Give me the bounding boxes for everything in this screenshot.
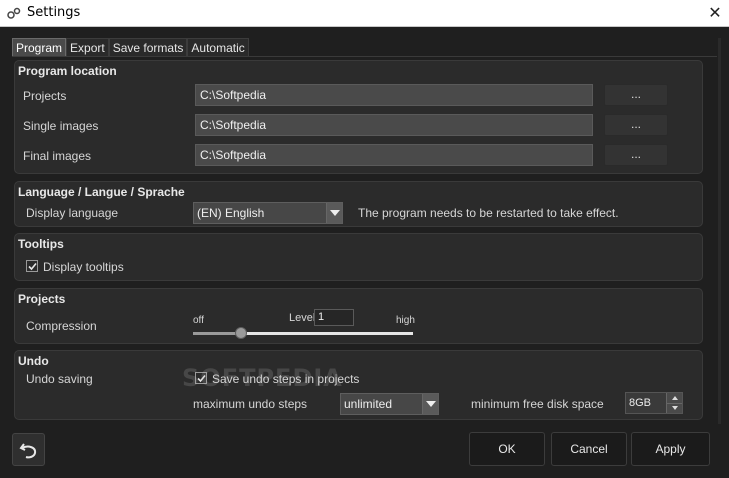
tooltips-section: Tooltips Display tooltips bbox=[14, 233, 703, 281]
min-disk-space-spinbox[interactable]: 8GB bbox=[625, 392, 683, 414]
final-images-path-field[interactable]: C:\Softpedia bbox=[195, 144, 593, 166]
close-icon: ✕ bbox=[708, 5, 722, 22]
max-undo-steps-dropdown[interactable]: unlimited bbox=[340, 393, 439, 415]
min-disk-space-label: minimum free disk space bbox=[471, 397, 604, 411]
save-undo-steps-label: Save undo steps in projects bbox=[212, 372, 360, 386]
projects-section: Projects Compression off Level 1 high bbox=[14, 288, 703, 344]
undo-saving-label: Undo saving bbox=[26, 372, 93, 386]
apply-button[interactable]: Apply bbox=[631, 432, 710, 466]
single-images-path-field[interactable]: C:\Softpedia bbox=[195, 114, 593, 136]
save-undo-steps-checkbox[interactable] bbox=[195, 372, 207, 384]
single-images-browse-button[interactable]: ... bbox=[604, 114, 668, 136]
final-images-browse-button[interactable]: ... bbox=[604, 144, 668, 166]
chevron-down-icon bbox=[326, 203, 342, 223]
cancel-button[interactable]: Cancel bbox=[551, 432, 627, 466]
compression-level-label: Level bbox=[289, 312, 316, 324]
language-title: Language / Langue / Sprache bbox=[18, 185, 185, 199]
undo-arrow-icon bbox=[18, 442, 36, 458]
checkmark-icon bbox=[197, 374, 206, 383]
projects-path-field[interactable]: C:\Softpedia bbox=[195, 84, 593, 106]
compression-slider-fill bbox=[241, 332, 413, 335]
language-section: Language / Langue / Sprache Display lang… bbox=[14, 181, 703, 227]
projects-browse-button[interactable]: ... bbox=[604, 84, 668, 106]
restart-note: The program needs to be restarted to tak… bbox=[358, 206, 619, 220]
tooltips-title: Tooltips bbox=[18, 237, 64, 251]
panel-edge bbox=[718, 38, 721, 424]
undo-title: Undo bbox=[18, 354, 49, 368]
title-bar: Settings ✕ bbox=[0, 0, 729, 27]
settings-app-icon bbox=[7, 7, 21, 19]
single-images-path-label: Single images bbox=[23, 119, 99, 133]
max-undo-steps-label: maximum undo steps bbox=[193, 397, 308, 411]
ok-button[interactable]: OK bbox=[469, 432, 545, 466]
close-button[interactable]: ✕ bbox=[701, 0, 729, 26]
undo-button[interactable] bbox=[12, 433, 45, 466]
projects-title: Projects bbox=[18, 292, 66, 306]
compression-min-label: off bbox=[193, 315, 204, 326]
compression-slider[interactable] bbox=[193, 327, 413, 339]
checkmark-icon bbox=[28, 262, 37, 271]
tab-save-formats[interactable]: Save formats bbox=[108, 38, 188, 56]
display-language-value: (EN) English bbox=[197, 206, 265, 220]
display-language-dropdown[interactable]: (EN) English bbox=[193, 202, 343, 224]
display-tooltips-label: Display tooltips bbox=[43, 260, 124, 274]
tab-program[interactable]: Program bbox=[12, 38, 67, 56]
compression-level-input[interactable]: 1 bbox=[314, 309, 354, 326]
compression-slider-handle[interactable] bbox=[235, 327, 247, 339]
chevron-down-icon bbox=[422, 394, 438, 414]
compression-label: Compression bbox=[26, 319, 97, 333]
min-disk-space-value: 8GB bbox=[629, 397, 652, 409]
tab-automatic[interactable]: Automatic bbox=[187, 38, 249, 56]
window-title: Settings bbox=[27, 5, 81, 20]
final-images-path-label: Final images bbox=[23, 149, 92, 163]
spin-up-button[interactable] bbox=[666, 393, 682, 404]
tab-bar: Program Export Save formats Automatic bbox=[12, 38, 249, 56]
program-location-section: Program location Projects C:\Softpedia .… bbox=[14, 60, 703, 174]
projects-path-label: Projects bbox=[23, 89, 67, 103]
undo-section: Undo Undo saving Save undo steps in proj… bbox=[14, 350, 703, 420]
max-undo-steps-value: unlimited bbox=[344, 397, 393, 411]
spin-down-button[interactable] bbox=[666, 403, 682, 413]
display-language-label: Display language bbox=[26, 206, 119, 220]
display-tooltips-checkbox[interactable] bbox=[26, 260, 38, 272]
tab-export[interactable]: Export bbox=[66, 38, 109, 56]
program-location-title: Program location bbox=[18, 64, 117, 78]
compression-max-label: high bbox=[396, 315, 415, 326]
